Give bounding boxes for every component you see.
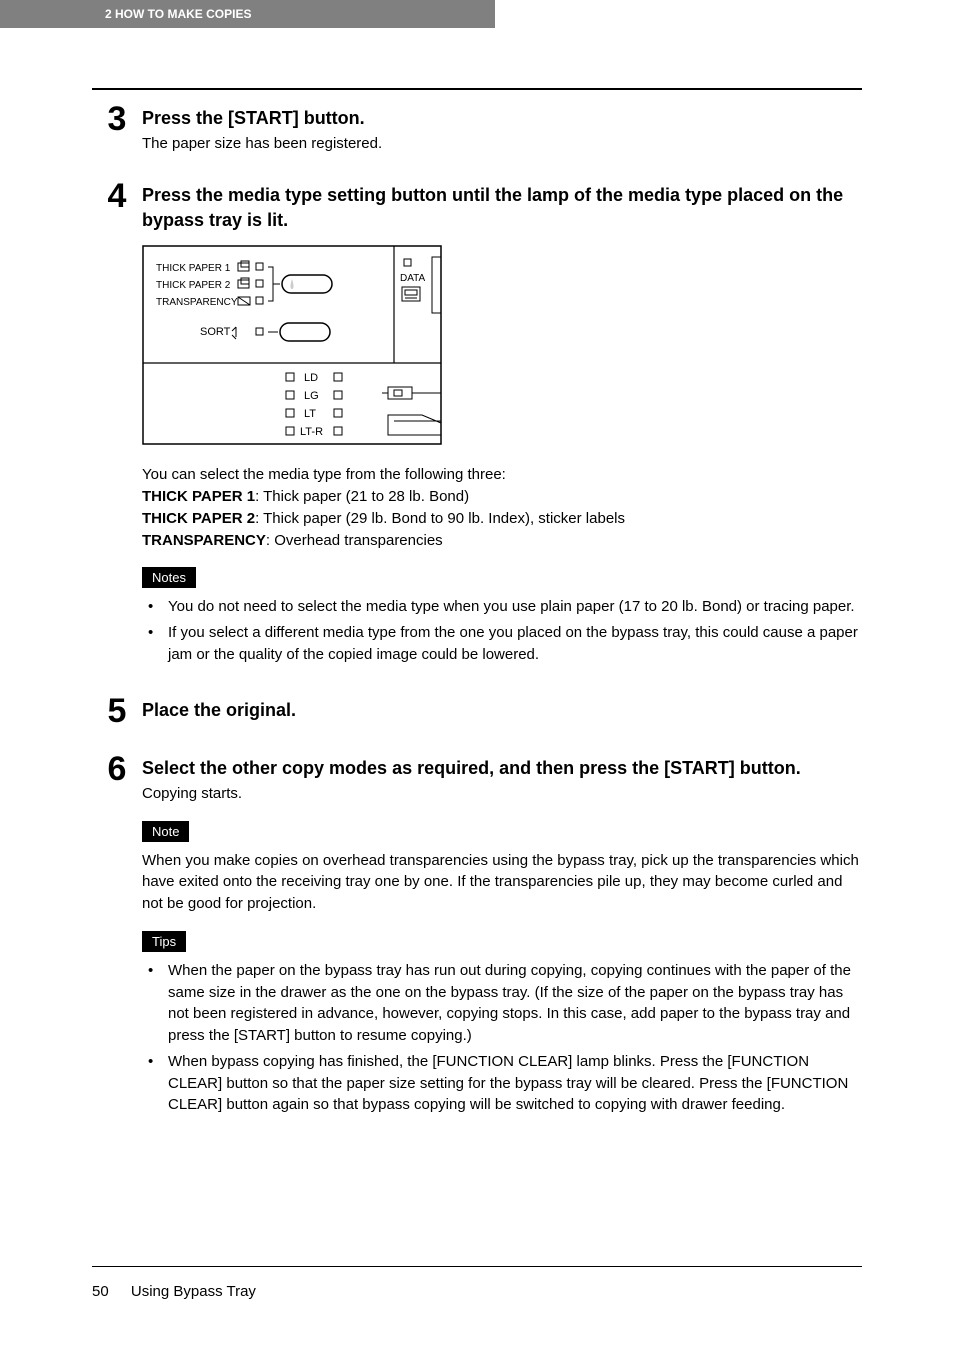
step-number: 3 [92,102,142,136]
label-thick1: THICK PAPER 1 [156,263,231,274]
notes-list: You do not need to select the media type… [142,596,862,665]
label-sort: SORT [200,326,231,338]
step-3: 3 Press the [START] button. The paper si… [92,102,862,155]
label-data: DATA [400,273,426,284]
step-title: Press the media type setting button unti… [142,183,862,233]
label-transparency: TRANSPARENCY [156,297,238,308]
footer: 50 Using Bypass Tray [92,1266,862,1300]
label-ltr: LT-R [300,426,323,438]
step-number: 4 [92,179,142,213]
step-title: Press the [START] button. [142,106,862,131]
label-thick2: THICK PAPER 2 [156,280,231,291]
control-panel-diagram: THICK PAPER 1 THICK PAPER 2 TRANSPARENCY… [142,245,862,450]
page-number: 50 [92,1283,109,1300]
step-body: Press the media type setting button unti… [142,179,862,670]
step-text: Copying starts. [142,783,862,805]
label-ld: LD [304,372,318,384]
step-body: Select the other copy modes as required,… [142,752,862,1120]
label-lt: LT [304,408,316,420]
step-text: The paper size has been registered. [142,133,862,155]
media-type-line: THICK PAPER 1: Thick paper (21 to 28 lb.… [142,486,862,508]
media-type-line: TRANSPARENCY: Overhead transparencies [142,530,862,552]
media-type-line: THICK PAPER 2: Thick paper (29 lb. Bond … [142,508,862,530]
step-6: 6 Select the other copy modes as require… [92,752,862,1120]
media-type-button[interactable] [282,275,332,293]
step-number: 5 [92,694,142,728]
step-5: 5 Place the original. [92,694,862,728]
list-item: When bypass copying has finished, the [F… [156,1051,862,1116]
note-text: When you make copies on overhead transpa… [142,850,862,915]
note-tag: Note [142,821,189,842]
tips-list: When the paper on the bypass tray has ru… [142,960,862,1116]
list-item: When the paper on the bypass tray has ru… [156,960,862,1047]
media-intro: You can select the media type from the f… [142,464,862,486]
media-description: You can select the media type from the f… [142,464,862,551]
notes-tag: Notes [142,567,196,588]
step-number: 6 [92,752,142,786]
header-bar: 2 HOW TO MAKE COPIES [0,0,495,28]
label-lg: LG [304,390,319,402]
list-item: If you select a different media type fro… [156,622,862,666]
tips-tag: Tips [142,931,186,952]
panel-svg: THICK PAPER 1 THICK PAPER 2 TRANSPARENCY… [142,245,442,445]
list-item: You do not need to select the media type… [156,596,862,618]
sort-button[interactable] [280,323,330,341]
content-area: 3 Press the [START] button. The paper si… [0,28,954,1120]
step-body: Place the original. [142,694,862,723]
divider-top [92,88,862,90]
chapter-label: 2 HOW TO MAKE COPIES [105,7,251,21]
step-body: Press the [START] button. The paper size… [142,102,862,155]
footer-text: 50 Using Bypass Tray [92,1283,862,1300]
divider-bottom [92,1266,862,1267]
step-4: 4 Press the media type setting button un… [92,179,862,670]
section-title: Using Bypass Tray [131,1283,256,1300]
step-title: Place the original. [142,698,862,723]
step-title: Select the other copy modes as required,… [142,756,862,781]
